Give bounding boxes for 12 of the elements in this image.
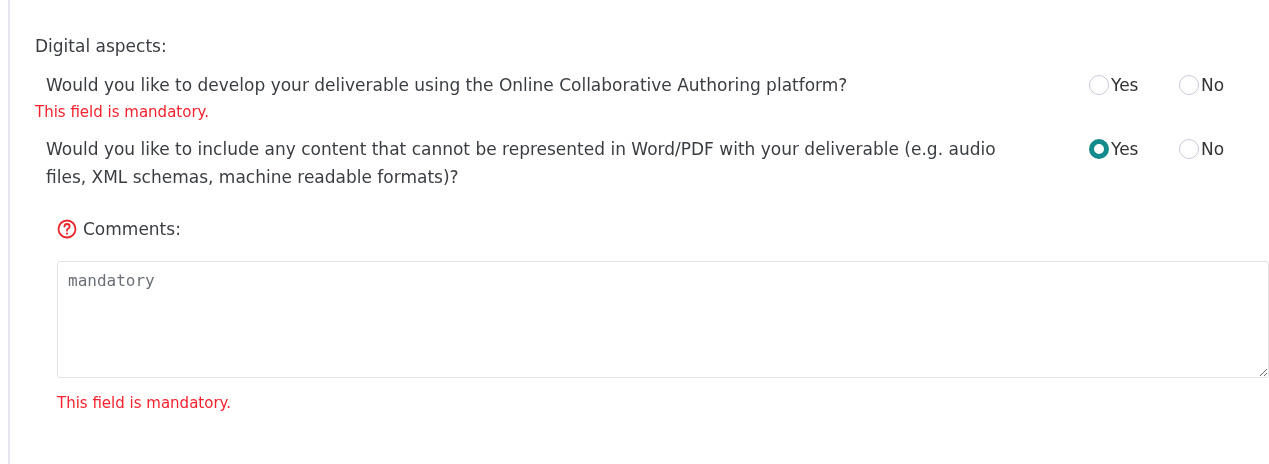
question-text: Would you like to develop your deliverable using the Online Collaborative Authoring platform?	[46, 74, 849, 97]
comments-field[interactable]: mandatory	[57, 261, 1269, 378]
question-text: Would you like to include any content that cannot be represented in Word/PDF with your deliverable (e.g. audio files, XML schemas, machine readable formats)?	[46, 138, 997, 189]
error-message: This field is mandatory.	[35, 102, 211, 123]
radio-option[interactable]: Yes	[1089, 71, 1179, 99]
radio-option[interactable]: No	[1179, 71, 1269, 99]
help-icon[interactable]	[57, 219, 77, 239]
radio-option[interactable]: Yes	[1089, 135, 1179, 163]
radio-option[interactable]: No	[1179, 135, 1269, 163]
error-message: This field is mandatory.	[56, 393, 233, 414]
comments-label: Comments:	[83, 218, 181, 241]
section-title: Digital aspects:	[35, 35, 168, 58]
